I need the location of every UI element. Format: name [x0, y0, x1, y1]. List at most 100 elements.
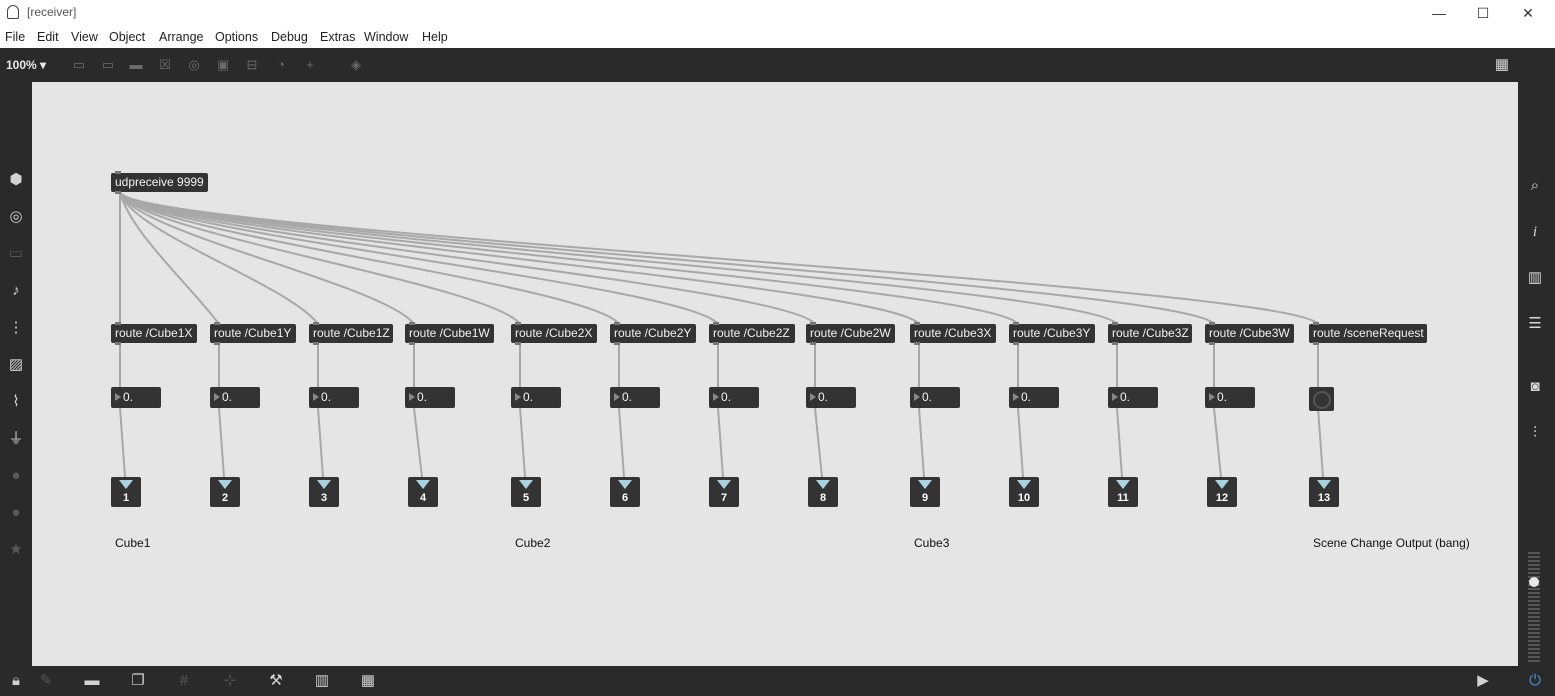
menu-debug[interactable]: Debug: [271, 30, 308, 44]
outlet-10[interactable]: 10: [1009, 477, 1039, 507]
outlet-5[interactable]: 5: [511, 477, 541, 507]
menu-view[interactable]: View: [71, 30, 98, 44]
wrench-icon[interactable]: ⚒: [266, 672, 286, 690]
volume-meter[interactable]: [1528, 552, 1540, 662]
udpreceive-object[interactable]: udpreceive 9999: [111, 171, 208, 194]
outlet-9[interactable]: 9: [910, 477, 940, 507]
minimize-button[interactable]: —: [1424, 3, 1454, 23]
number-box[interactable]: 0.: [910, 387, 960, 408]
outlet-1[interactable]: 1: [111, 477, 141, 507]
edit-mode-icon[interactable]: ✎: [36, 672, 56, 690]
star-icon[interactable]: ★: [6, 540, 26, 560]
paint-bucket-icon[interactable]: ◈: [348, 57, 364, 73]
route-object[interactable]: route /Cube3W: [1205, 322, 1294, 345]
number-box[interactable]: 0.: [806, 387, 856, 408]
presentation-icon[interactable]: ▬: [82, 672, 102, 690]
patch-cord: [814, 407, 823, 478]
number-box[interactable]: 0.: [610, 387, 660, 408]
comment-icon[interactable]: ▬: [128, 57, 144, 73]
outlet-13[interactable]: 13: [1309, 477, 1339, 507]
music-note-icon[interactable]: ♪: [6, 281, 26, 301]
window-title: [receiver]: [27, 5, 77, 19]
snap-icon[interactable]: ⊹: [220, 672, 240, 690]
menu-help[interactable]: Help: [422, 30, 448, 44]
message-box-icon[interactable]: ▭: [100, 57, 116, 73]
keyboard-icon[interactable]: ▦: [358, 672, 378, 690]
route-object[interactable]: route /Cube2Z: [709, 322, 795, 345]
menu-options[interactable]: Options: [215, 30, 258, 44]
volume-slider-knob[interactable]: [1529, 577, 1539, 587]
outlet-7[interactable]: 7: [709, 477, 739, 507]
toggle-object-icon[interactable]: ▣: [215, 57, 231, 73]
outlet-11[interactable]: 11: [1108, 477, 1138, 507]
grid-view-icon[interactable]: ▦: [1494, 57, 1510, 73]
number-box[interactable]: 0.: [709, 387, 759, 408]
menu-edit[interactable]: Edit: [37, 30, 59, 44]
film-icon[interactable]: ▭: [6, 244, 26, 264]
p-icon[interactable]: ●: [6, 466, 26, 486]
outlet-4[interactable]: 4: [408, 477, 438, 507]
bang-button[interactable]: [1309, 387, 1334, 411]
cube-icon[interactable]: ⬢: [6, 170, 26, 190]
route-object[interactable]: route /Cube3Y: [1009, 322, 1095, 345]
dial-object-icon[interactable]: ◔: [273, 57, 289, 73]
outlet-2[interactable]: 2: [210, 477, 240, 507]
bang-object-icon[interactable]: ◎: [186, 57, 202, 73]
search-icon[interactable]: ⌕: [1524, 175, 1546, 197]
number-box[interactable]: 0.: [511, 387, 561, 408]
windows-icon[interactable]: ❐: [128, 672, 148, 690]
menu-file[interactable]: File: [5, 30, 25, 44]
patcher-canvas[interactable]: udpreceive 9999 route /Cube1X route /Cub…: [32, 82, 1518, 666]
sequence-icon[interactable]: ⋮: [6, 318, 26, 338]
lock-icon[interactable]: 🔒︎: [6, 672, 26, 690]
number-box[interactable]: 0.: [405, 387, 455, 408]
image-icon[interactable]: ▨: [6, 355, 26, 375]
camera-icon[interactable]: ◙: [1524, 376, 1546, 398]
target-icon[interactable]: ◎: [6, 207, 26, 227]
route-object[interactable]: route /Cube3Z: [1108, 322, 1192, 345]
route-object[interactable]: route /sceneRequest: [1309, 322, 1427, 345]
close-button[interactable]: ✕: [1513, 3, 1543, 23]
info-icon[interactable]: i: [1524, 221, 1546, 243]
book-icon[interactable]: ▥: [1524, 267, 1546, 289]
slider-object-icon[interactable]: ⊟: [244, 57, 260, 73]
maximize-button[interactable]: ☐: [1468, 3, 1498, 23]
x-object-icon[interactable]: ☒: [157, 57, 173, 73]
route-object[interactable]: route /Cube1X: [111, 322, 197, 345]
number-box[interactable]: 0.: [1009, 387, 1059, 408]
route-object[interactable]: route /Cube1Z: [309, 322, 393, 345]
outlet-3[interactable]: 3: [309, 477, 339, 507]
list-icon[interactable]: ☰: [1524, 313, 1546, 335]
patcher-object-icon[interactable]: ▭: [71, 57, 87, 73]
route-object[interactable]: route /Cube2X: [511, 322, 597, 345]
number-box[interactable]: 0.: [1108, 387, 1158, 408]
menu-extras[interactable]: Extras: [320, 30, 355, 44]
menu-object[interactable]: Object: [109, 30, 145, 44]
patch-cord: [519, 407, 526, 478]
number-box[interactable]: 0.: [210, 387, 260, 408]
menu-window[interactable]: Window: [364, 30, 408, 44]
grid-icon[interactable]: #: [174, 672, 194, 690]
patch-cord: [218, 407, 225, 478]
power-icon[interactable]: ⏻: [1525, 672, 1545, 690]
outlet-8[interactable]: 8: [808, 477, 838, 507]
route-object[interactable]: route /Cube3X: [910, 322, 996, 345]
piano-icon[interactable]: ▥: [312, 672, 332, 690]
b-icon[interactable]: ●: [6, 503, 26, 523]
route-object[interactable]: route /Cube2W: [806, 322, 895, 345]
number-box[interactable]: 0.: [1205, 387, 1255, 408]
outlet-12[interactable]: 12: [1207, 477, 1237, 507]
number-box[interactable]: 0.: [111, 387, 161, 408]
paperclip-icon[interactable]: ⌇: [6, 392, 26, 412]
route-object[interactable]: route /Cube1W: [405, 322, 494, 345]
number-box[interactable]: 0.: [309, 387, 359, 408]
outlet-6[interactable]: 6: [610, 477, 640, 507]
menu-arrange[interactable]: Arrange: [159, 30, 203, 44]
sliders-icon[interactable]: ⫶: [1524, 422, 1546, 444]
zoom-level[interactable]: 100% ▾: [6, 58, 46, 72]
add-object-icon[interactable]: +: [302, 57, 318, 73]
route-object[interactable]: route /Cube2Y: [610, 322, 696, 345]
route-object[interactable]: route /Cube1Y: [210, 322, 296, 345]
plug-icon[interactable]: ⏚: [6, 429, 26, 449]
play-icon[interactable]: ▶: [1473, 672, 1493, 690]
